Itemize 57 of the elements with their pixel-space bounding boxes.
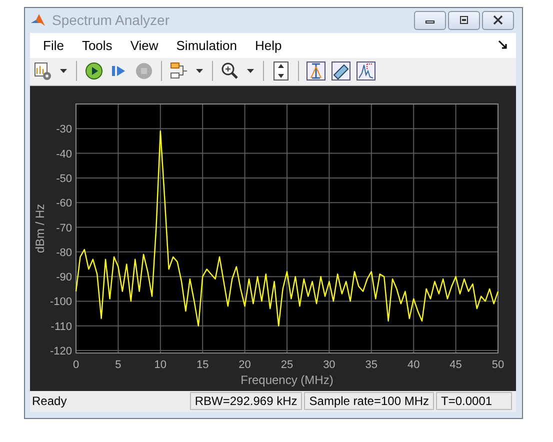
settings-button[interactable] [32, 60, 54, 82]
x-tick-label: 15 [196, 358, 209, 371]
x-tick-label: 30 [323, 358, 336, 371]
dock-arrow-icon[interactable] [498, 40, 508, 50]
cursor-button[interactable] [305, 60, 327, 82]
vertical-scale-icon [271, 61, 291, 82]
x-tick-label: 20 [238, 358, 251, 371]
x-tick-label: 50 [492, 358, 504, 371]
x-axis-label: Frequency (MHz) [240, 372, 334, 387]
caret-icon[interactable] [196, 68, 203, 74]
x-tick-label: 0 [72, 358, 80, 371]
menu-item[interactable]: Tools [72, 38, 122, 53]
menu-item[interactable]: Help [246, 38, 291, 53]
caret-icon[interactable] [247, 68, 254, 74]
restore-icon [458, 15, 470, 26]
app-logo-icon [30, 12, 46, 28]
x-tick-label: 10 [154, 358, 167, 371]
y-tick-label: -60 [56, 198, 72, 210]
status-field: T=0.0001 [436, 392, 512, 410]
maximize-button[interactable] [448, 10, 480, 30]
y-axis-label: dBm / Hz [33, 204, 47, 254]
peak-chart-icon [356, 61, 376, 82]
y-tick-label: -70 [56, 222, 72, 234]
play-icon [84, 61, 104, 82]
y-tick-label: -30 [56, 124, 72, 136]
y-tick-label: -50 [56, 172, 72, 185]
run-button[interactable] [83, 60, 105, 82]
x-tick-label: 45 [450, 358, 462, 371]
ruler-icon [331, 61, 351, 82]
status-message: Ready [31, 394, 67, 408]
x-tick-label: 35 [365, 358, 378, 371]
y-tick-label: -80 [56, 246, 72, 259]
peaks-button[interactable] [355, 60, 377, 82]
status-field: Sample rate=100 MHz [304, 392, 434, 410]
settings-icon [33, 61, 53, 82]
y-tick-label: -100 [50, 296, 72, 308]
window-title: Spectrum Analyzer [52, 12, 170, 28]
x-tick-label: 5 [115, 358, 122, 371]
ruler-button[interactable] [330, 60, 352, 82]
close-button[interactable] [482, 10, 514, 30]
close-icon [492, 15, 504, 26]
status-field: RBW=292.969 kHz [190, 392, 302, 410]
cursor-marker-icon [306, 61, 326, 82]
blocks-icon [169, 61, 189, 82]
stop-icon [134, 61, 154, 82]
minimize-button[interactable] [414, 10, 446, 30]
zoom-icon [220, 61, 240, 82]
y-tick-label: -110 [50, 320, 72, 333]
x-tick-label: 40 [407, 358, 420, 371]
y-tick-label: -90 [56, 271, 72, 284]
x-tick-label: 25 [280, 358, 294, 371]
menu-item[interactable]: Simulation [167, 38, 246, 53]
caret-icon[interactable] [60, 68, 67, 74]
menu-item[interactable]: View [121, 38, 168, 53]
menu-item[interactable]: File [34, 38, 73, 53]
y-tick-label: -40 [56, 148, 72, 160]
y-tick-label: -120 [50, 345, 72, 358]
